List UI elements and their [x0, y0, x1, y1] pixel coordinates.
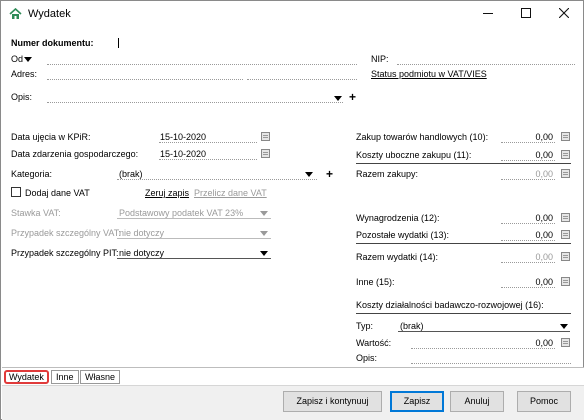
zakup-towarow-label: Zakup towarów handlowych (10): [356, 132, 489, 142]
razem-wydatki-value: 0,00 [535, 252, 553, 262]
tab-inne[interactable]: Inne [51, 370, 79, 384]
inne-label: Inne (15): [356, 277, 395, 287]
calculator-icon[interactable] [561, 277, 570, 286]
wartosc-value[interactable]: 0,00 [411, 338, 553, 348]
przypadek-vat-dropdown-icon[interactable] [260, 231, 268, 236]
kategoria-select[interactable] [117, 168, 317, 180]
zapisz-button[interactable]: Zapisz [390, 391, 444, 412]
stawka-vat-label: Stawka VAT: [11, 208, 61, 218]
anuluj-button[interactable]: Anuluj [450, 391, 504, 412]
status-vat-link[interactable]: Status podmiotu w VAT/VIES [371, 69, 487, 79]
pozostale-wydatki-label: Pozostałe wydatki (13): [356, 230, 450, 240]
kategoria-value[interactable]: (brak) [119, 169, 143, 179]
koszty-uboczne-label: Koszty uboczne zakupu (11): [356, 150, 472, 160]
typ-select[interactable] [398, 320, 570, 332]
przypadek-pit-dropdown-icon[interactable] [260, 251, 268, 256]
maximize-icon [521, 8, 531, 18]
zakup-towarow-value[interactable]: 0,00 [501, 132, 553, 142]
typ-dropdown-icon[interactable] [560, 324, 568, 329]
window-title: Wydatek [28, 8, 71, 20]
typ-label: Typ: [356, 321, 374, 331]
koszty-br-label: Koszty działalności badawczo-rozwojowej … [356, 300, 544, 310]
adres-city-input[interactable] [247, 68, 357, 80]
data-zdarzenia-label: Data zdarzenia gospodarczego: [11, 149, 139, 159]
adres-street-input[interactable] [47, 68, 243, 80]
tab-wlasne[interactable]: Własne [80, 370, 121, 384]
od-label[interactable]: Od [11, 54, 23, 64]
maximize-button[interactable] [507, 1, 545, 27]
calculator-icon[interactable] [561, 252, 570, 261]
calculator-icon[interactable] [561, 213, 570, 222]
przypadek-vat-label: Przypadek szczególny VAT: [11, 228, 121, 238]
od-dropdown-icon[interactable] [24, 57, 32, 62]
data-ujecia-label: Data ujęcia w KPiR: [11, 132, 91, 142]
nip-label: NIP: [371, 54, 389, 64]
kategoria-add-button[interactable]: + [326, 168, 333, 180]
divider [356, 243, 571, 244]
zeruj-zapis-link[interactable]: Zeruj zapis [145, 188, 189, 198]
przelicz-vat-link[interactable]: Przelicz dane VAT [194, 188, 267, 198]
zapisz-i-kontynuuj-button[interactable]: Zapisz i kontynuuj [283, 391, 382, 412]
close-button[interactable] [545, 1, 583, 27]
minimize-button[interactable] [469, 1, 507, 27]
minimize-icon [483, 13, 493, 14]
nip-input[interactable] [397, 53, 575, 65]
wynagrodzenia-label: Wynagrodzenia (12): [356, 213, 440, 223]
calculator-icon[interactable] [561, 132, 570, 141]
wynagrodzenia-value[interactable]: 0,00 [501, 213, 553, 223]
od-input[interactable] [47, 53, 357, 65]
opis-dropdown-icon[interactable] [334, 96, 342, 101]
calculator-icon[interactable] [561, 230, 570, 239]
razem-wydatki-label: Razem wydatki (14): [356, 252, 439, 262]
tab-wydatek[interactable]: Wydatek [4, 370, 49, 384]
divider [356, 163, 571, 164]
koszty-uboczne-value[interactable]: 0,00 [501, 150, 553, 160]
adres-label: Adres: [11, 69, 38, 79]
pomoc-button[interactable]: Pomoc [517, 391, 571, 412]
opis-add-button[interactable]: + [349, 91, 356, 103]
stawka-dropdown-icon[interactable] [260, 211, 268, 216]
dodaj-vat-label[interactable]: Dodaj dane VAT [25, 188, 90, 198]
calendar-icon[interactable] [261, 132, 270, 141]
numer-dokumentu-input[interactable] [118, 38, 119, 48]
razem-zakupy-value: 0,00 [535, 169, 553, 179]
calculator-icon[interactable] [561, 338, 570, 347]
przypadek-vat-value[interactable]: nie dotyczy [119, 228, 164, 238]
wartosc-label: Wartość: [356, 338, 392, 348]
title-bar: Wydatek [1, 1, 583, 27]
przypadek-pit-value[interactable]: nie dotyczy [119, 248, 164, 258]
opis-br-input[interactable] [411, 352, 571, 364]
close-icon [558, 7, 570, 19]
typ-value[interactable]: (brak) [400, 321, 424, 331]
pozostale-wydatki-value[interactable]: 0,00 [501, 230, 553, 240]
app-icon [9, 8, 22, 19]
data-ujecia-value[interactable]: 15-10-2020 [160, 132, 206, 142]
dialog-window: Wydatek Numer dokumentu: Od NIP: Adres: … [0, 0, 584, 420]
przypadek-pit-label: Przypadek szczególny PIT: [11, 248, 119, 258]
kategoria-label: Kategoria: [11, 169, 53, 179]
calculator-icon[interactable] [561, 150, 570, 159]
data-zdarzenia-value[interactable]: 15-10-2020 [160, 149, 206, 159]
opis-label: Opis: [11, 92, 33, 102]
calendar-icon[interactable] [261, 149, 270, 158]
opis-input[interactable] [47, 91, 343, 103]
numer-dokumentu-label: Numer dokumentu: [11, 38, 94, 48]
divider [356, 313, 571, 314]
opis-br-label: Opis: [356, 353, 378, 363]
stawka-vat-value[interactable]: Podstawowy podatek VAT 23% [119, 208, 243, 218]
razem-zakupy-label: Razem zakupy: [356, 169, 419, 179]
dodaj-vat-checkbox[interactable] [11, 187, 21, 197]
inne-value[interactable]: 0,00 [501, 277, 553, 287]
calculator-icon[interactable] [561, 169, 570, 178]
kategoria-dropdown-icon[interactable] [305, 172, 313, 177]
